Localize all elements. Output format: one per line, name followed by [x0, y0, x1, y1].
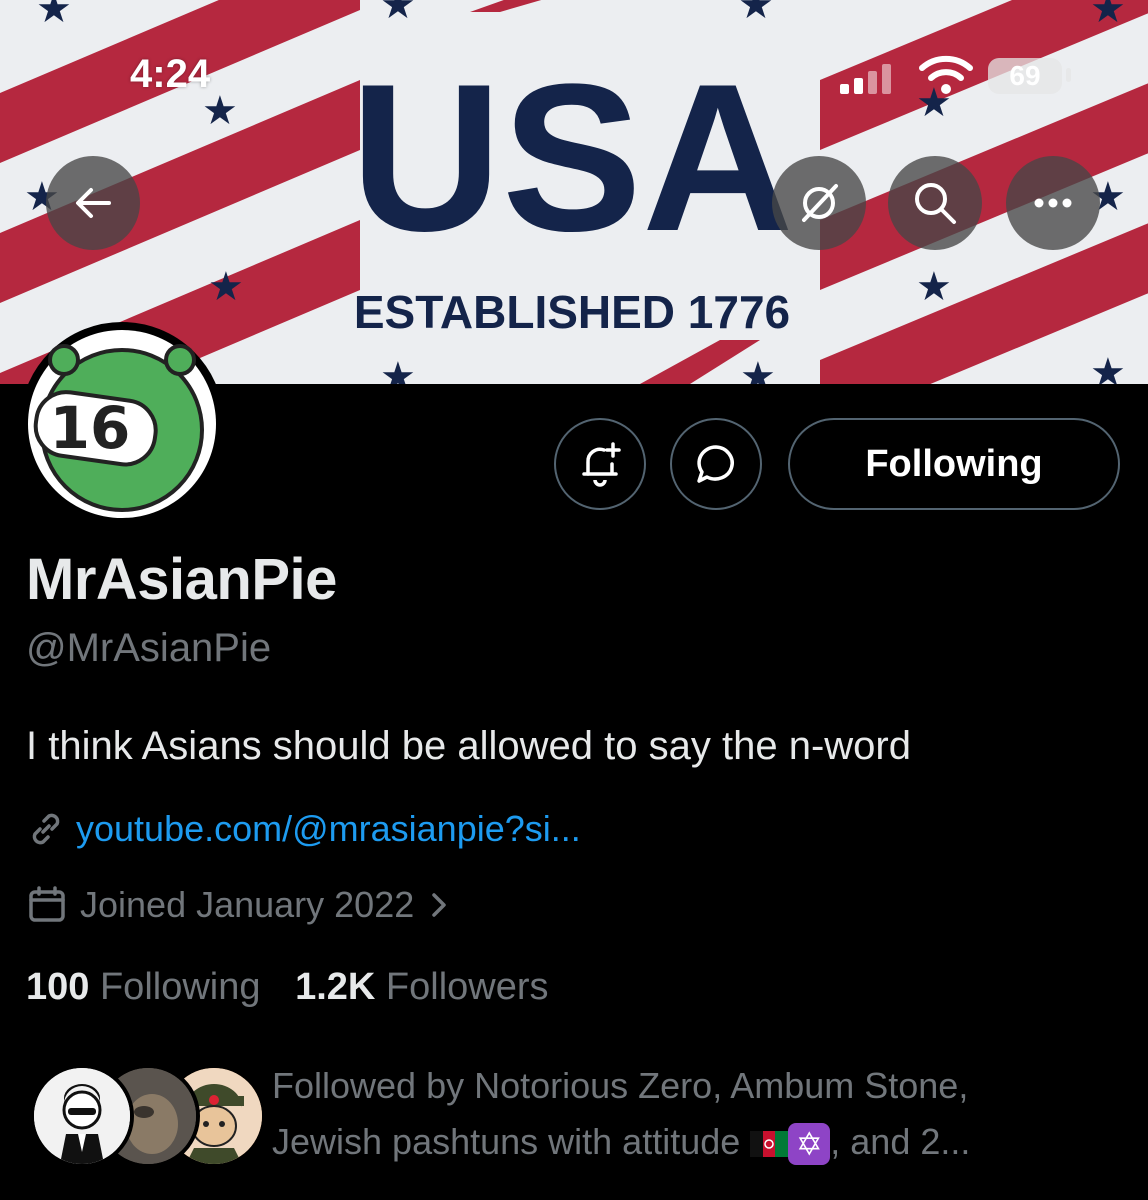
banner-subtitle: ESTABLISHED 1776 — [354, 286, 790, 338]
svg-text:★: ★ — [738, 0, 774, 28]
svg-text:★: ★ — [740, 354, 776, 384]
afghanistan-flag-icon — [750, 1131, 789, 1158]
following-button[interactable]: Following — [788, 418, 1120, 510]
svg-text:★: ★ — [916, 264, 952, 310]
calendar-icon — [29, 886, 65, 922]
cellular-signal-icon — [840, 64, 891, 94]
following-stat[interactable]: 100 Following — [26, 966, 261, 1008]
following-count: 100 — [26, 966, 90, 1008]
star-of-david-icon: ✡ — [788, 1123, 831, 1166]
wifi-icon — [919, 55, 973, 94]
followed-by-avatars[interactable] — [30, 1064, 266, 1168]
back-button[interactable] — [46, 156, 140, 250]
follower-avatar — [30, 1064, 134, 1168]
more-icon — [1034, 198, 1072, 208]
follow-stats: 100 Following 1.2K Followers — [26, 966, 549, 1009]
avatar-text: 16 — [50, 394, 131, 462]
chevron-right-icon — [432, 893, 446, 917]
message-button[interactable] — [670, 418, 762, 510]
followed-by-prefix: Followed by Notorious Zero, Ambum Stone, — [272, 1065, 969, 1106]
followers-label: Followers — [385, 966, 549, 1008]
status-bar: 4:24 69 — [0, 48, 1148, 104]
status-time: 4:24 — [130, 52, 211, 96]
follower-avatar-image — [34, 1068, 130, 1164]
svg-text:★: ★ — [36, 0, 72, 32]
profile-website-link[interactable]: youtube.com/@mrasianpie?si... — [76, 808, 581, 850]
followers-stat[interactable]: 1.2K Followers — [295, 966, 548, 1008]
more-options-button[interactable] — [1006, 156, 1100, 250]
followed-by-suffix: , and 2... — [830, 1121, 971, 1162]
battery-indicator: 69 — [988, 58, 1062, 94]
back-arrow-icon — [76, 188, 111, 218]
profile-avatar[interactable]: 16 — [20, 322, 224, 526]
notifications-button[interactable] — [554, 418, 646, 510]
svg-text:★: ★ — [380, 0, 416, 28]
battery-tip — [1066, 68, 1071, 82]
joined-date: Joined January 2022 — [80, 884, 415, 925]
followed-by-line2: Jewish pashtuns with attitude — [272, 1121, 741, 1162]
followers-count: 1.2K — [295, 966, 376, 1008]
notification-add-icon — [582, 442, 621, 487]
avatar-image: 16 — [28, 330, 216, 518]
display-name: MrAsianPie — [26, 547, 337, 612]
grok-button[interactable] — [772, 156, 866, 250]
user-handle: @MrAsianPie — [26, 626, 272, 670]
following-label: Following — [99, 966, 261, 1008]
search-button[interactable] — [888, 156, 982, 250]
svg-text:★: ★ — [1090, 350, 1126, 384]
link-icon — [32, 813, 60, 845]
joined-date-row[interactable]: Joined January 2022 — [26, 884, 454, 926]
profile-link-row: youtube.com/@mrasianpie?si... — [26, 808, 581, 850]
svg-text:★: ★ — [380, 354, 416, 384]
search-icon — [915, 183, 956, 224]
followed-by-text[interactable]: Followed by Notorious Zero, Ambum Stone,… — [272, 1058, 1132, 1170]
svg-text:★: ★ — [1090, 0, 1126, 32]
svg-text:★: ★ — [208, 264, 244, 310]
message-icon — [697, 445, 734, 483]
grok-icon — [802, 184, 838, 222]
profile-bio: I think Asians should be allowed to say … — [26, 724, 911, 768]
